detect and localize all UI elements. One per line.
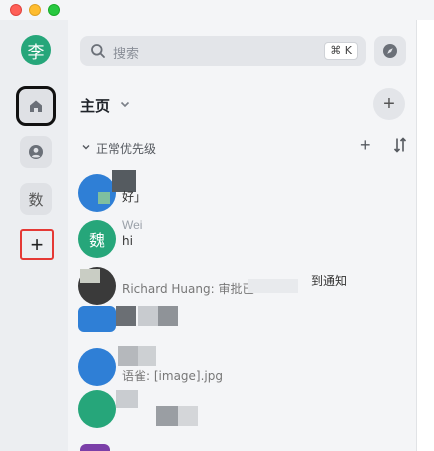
- search-icon: [91, 44, 105, 58]
- chat-avatar: [78, 174, 116, 212]
- redacted-block: [98, 192, 110, 204]
- chat-list-item[interactable]: 好」: [68, 170, 416, 218]
- section-add-button[interactable]: +: [360, 135, 371, 156]
- chat-avatar: 魏: [78, 220, 116, 258]
- redacted-block: [116, 390, 138, 408]
- redacted-block: [116, 306, 136, 326]
- user-avatar[interactable]: 李: [21, 35, 51, 65]
- contacts-icon: [29, 145, 43, 159]
- search-placeholder: 搜索: [113, 47, 140, 62]
- chat-list-item[interactable]: 魏 Wei hi: [68, 216, 416, 264]
- redacted-block: [118, 346, 138, 366]
- search-shortcut: ⌘ K: [324, 42, 358, 60]
- chat-avatar: [78, 390, 116, 428]
- chat-preview: hi: [122, 234, 133, 248]
- redacted-block: [248, 279, 298, 293]
- redacted-block: [178, 406, 198, 426]
- section-collapse-icon[interactable]: [81, 142, 91, 152]
- chat-preview: 语雀: [image].jpg: [122, 369, 223, 383]
- minimize-window-button[interactable]: [29, 4, 41, 16]
- chat-preview: Richard Huang: 审批已: [122, 282, 255, 296]
- section-title[interactable]: 正常优先级: [96, 140, 156, 157]
- chat-list-item[interactable]: 语雀: [image].jpg: [68, 344, 416, 392]
- redacted-block: [156, 406, 178, 426]
- rail-item-data[interactable]: 数: [20, 183, 52, 215]
- redacted-block: [80, 269, 100, 283]
- chat-avatar: [78, 306, 116, 332]
- rail-item-contacts[interactable]: [20, 136, 52, 168]
- chat-avatar: [78, 348, 116, 386]
- filter-icon[interactable]: [392, 137, 408, 153]
- window-titlebar: [0, 0, 434, 20]
- chevron-down-icon[interactable]: [119, 98, 131, 110]
- home-icon: [30, 100, 42, 112]
- chat-status-text: 到通知: [311, 274, 348, 288]
- close-window-button[interactable]: [10, 4, 22, 16]
- discover-button[interactable]: [374, 36, 406, 66]
- compass-icon: [383, 44, 397, 58]
- rail-item-home[interactable]: [16, 86, 56, 126]
- zoom-window-button[interactable]: [48, 4, 60, 16]
- redacted-block: [138, 346, 156, 366]
- chat-list-item[interactable]: [68, 386, 416, 434]
- sidebar-rail: 李 数 +: [0, 20, 68, 451]
- redacted-block: [138, 306, 158, 326]
- chat-avatar: [80, 444, 110, 451]
- rail-add-button[interactable]: +: [20, 229, 54, 260]
- chat-list-item[interactable]: [68, 440, 416, 451]
- chat-name: Wei: [122, 218, 143, 232]
- chat-list-panel: 搜索 ⌘ K 主页 + 正常优先级 + 好」 魏 Wei hi Richard …: [68, 20, 416, 451]
- search-input[interactable]: 搜索 ⌘ K: [80, 36, 366, 66]
- home-add-button[interactable]: +: [373, 88, 405, 120]
- redacted-block: [158, 306, 178, 326]
- scrollbar[interactable]: [416, 20, 434, 451]
- chat-preview: 好」: [122, 190, 147, 204]
- page-title[interactable]: 主页: [80, 95, 110, 116]
